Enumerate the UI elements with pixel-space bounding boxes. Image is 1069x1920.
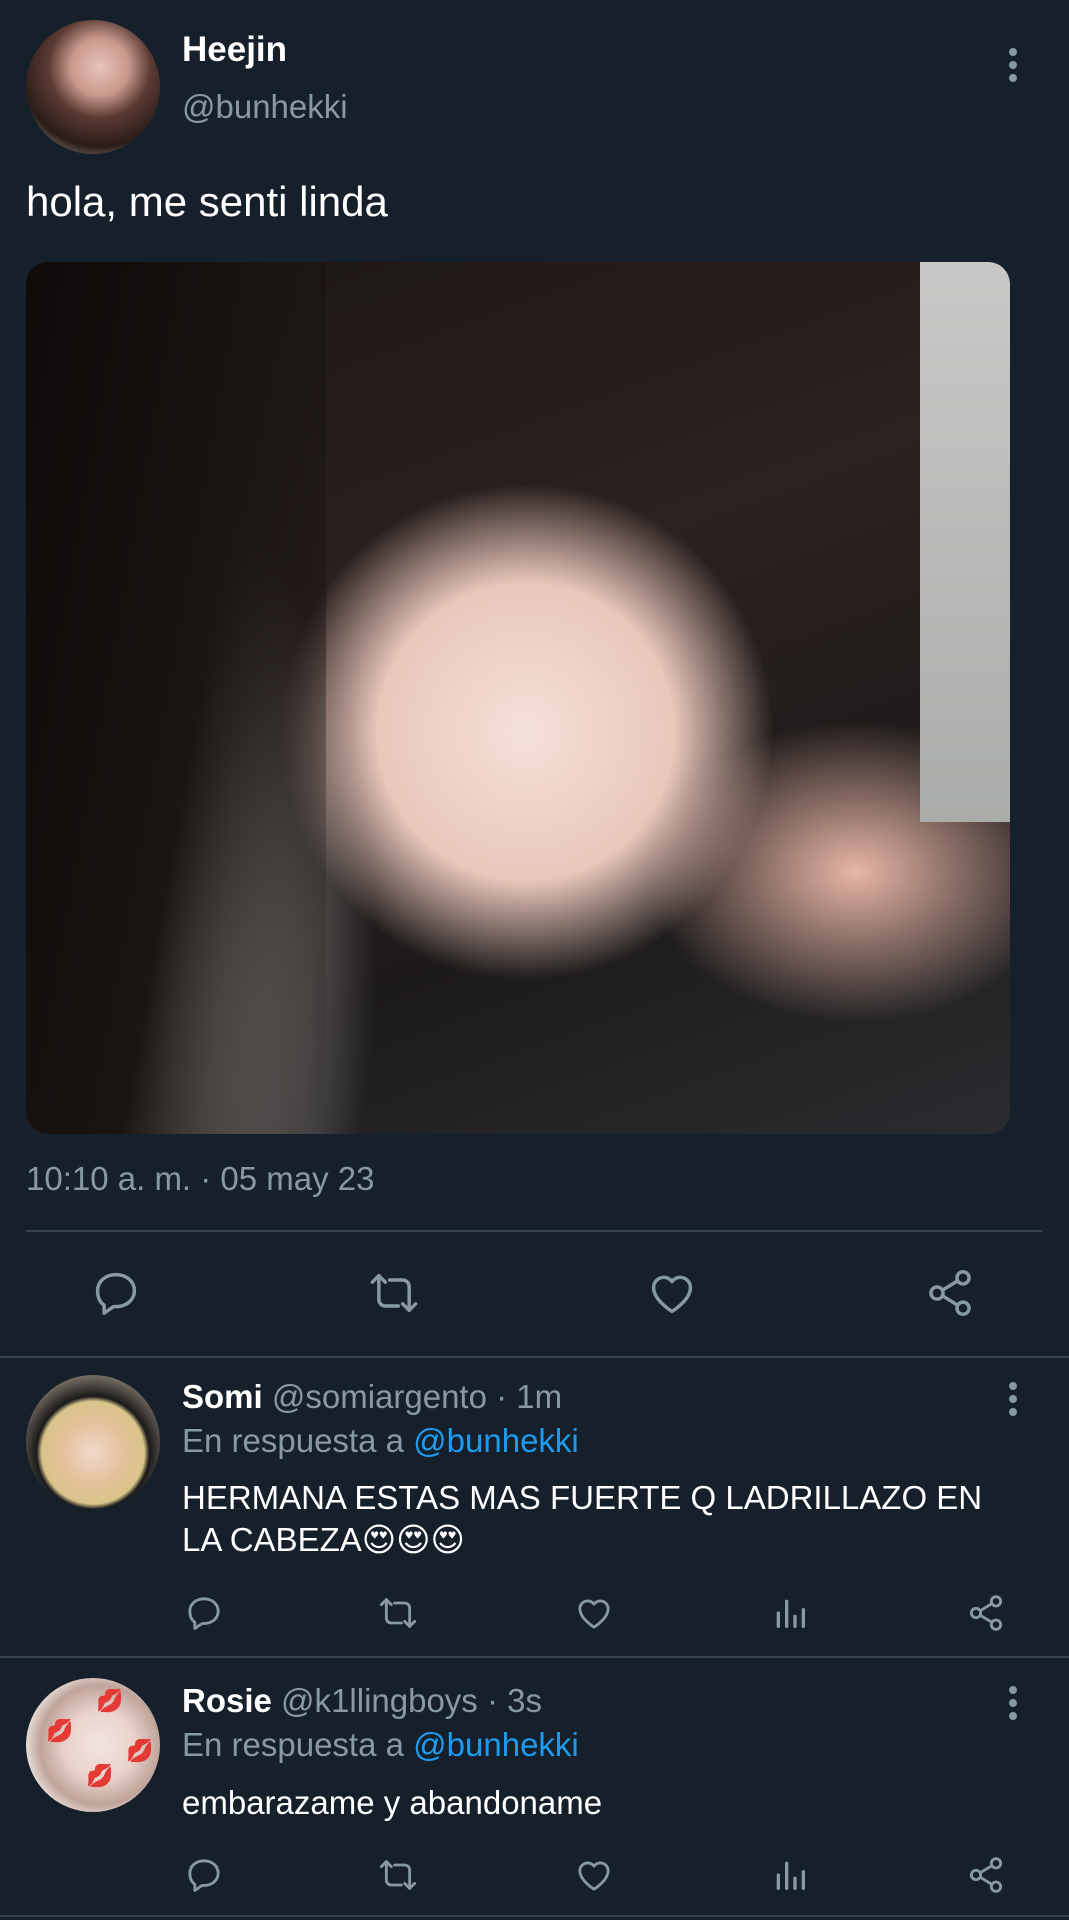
more-options-icon[interactable]	[1008, 1382, 1018, 1416]
reply-author-name[interactable]: Somi	[182, 1378, 263, 1415]
reply-icon[interactable]	[184, 1855, 224, 1895]
share-icon[interactable]	[924, 1267, 976, 1319]
like-icon[interactable]	[574, 1855, 614, 1895]
reply-header: Rosie @k1llingboys · 3s	[182, 1682, 542, 1720]
more-options-icon[interactable]	[1008, 1686, 1018, 1720]
reply-author-meta[interactable]: @somiargento · 1m	[272, 1378, 562, 1415]
author-handle[interactable]: @bunhekki	[182, 88, 348, 126]
reply-avatar[interactable]: 💋 💋 💋 💋	[26, 1678, 160, 1812]
reply-icon[interactable]	[90, 1267, 142, 1319]
author-name[interactable]: Heejin	[182, 30, 287, 70]
stats-icon[interactable]	[770, 1855, 810, 1895]
reply-avatar[interactable]	[26, 1375, 160, 1509]
reply-header: Somi @somiargento · 1m	[182, 1378, 562, 1416]
reply-author-name[interactable]: Rosie	[182, 1682, 272, 1719]
share-icon[interactable]	[966, 1593, 1006, 1633]
tweet-photo[interactable]	[26, 262, 1010, 1134]
reply-text: HERMANA ESTAS MAS FUERTE Q LADRILLAZO EN…	[182, 1479, 983, 1558]
divider	[0, 1915, 1069, 1917]
more-options-icon[interactable]	[1008, 48, 1018, 82]
reply-text: embarazame y abandoname	[182, 1784, 603, 1821]
reply-context-label: En respuesta a	[182, 1422, 414, 1459]
author-avatar[interactable]	[26, 20, 160, 154]
retweet-icon[interactable]	[378, 1855, 418, 1895]
like-icon[interactable]	[574, 1593, 614, 1633]
tweet-text: hola, me senti linda	[26, 178, 388, 225]
divider	[26, 1230, 1042, 1232]
stats-icon[interactable]	[770, 1593, 810, 1633]
reply-context: En respuesta a @bunhekki	[182, 1726, 579, 1764]
reply-icon[interactable]	[184, 1593, 224, 1633]
reply-context-label: En respuesta a	[182, 1726, 414, 1763]
divider	[0, 1356, 1069, 1358]
divider	[0, 1656, 1069, 1658]
share-icon[interactable]	[966, 1855, 1006, 1895]
tweet-timestamp: 10:10 a. m. · 05 may 23	[26, 1160, 375, 1197]
retweet-icon[interactable]	[368, 1267, 420, 1319]
reply-author-meta[interactable]: @k1llingboys · 3s	[281, 1682, 542, 1719]
reply-mention-link[interactable]: @bunhekki	[413, 1422, 579, 1459]
like-icon[interactable]	[646, 1267, 698, 1319]
retweet-icon[interactable]	[378, 1593, 418, 1633]
reply-mention-link[interactable]: @bunhekki	[413, 1726, 579, 1763]
reply-context: En respuesta a @bunhekki	[182, 1422, 579, 1460]
